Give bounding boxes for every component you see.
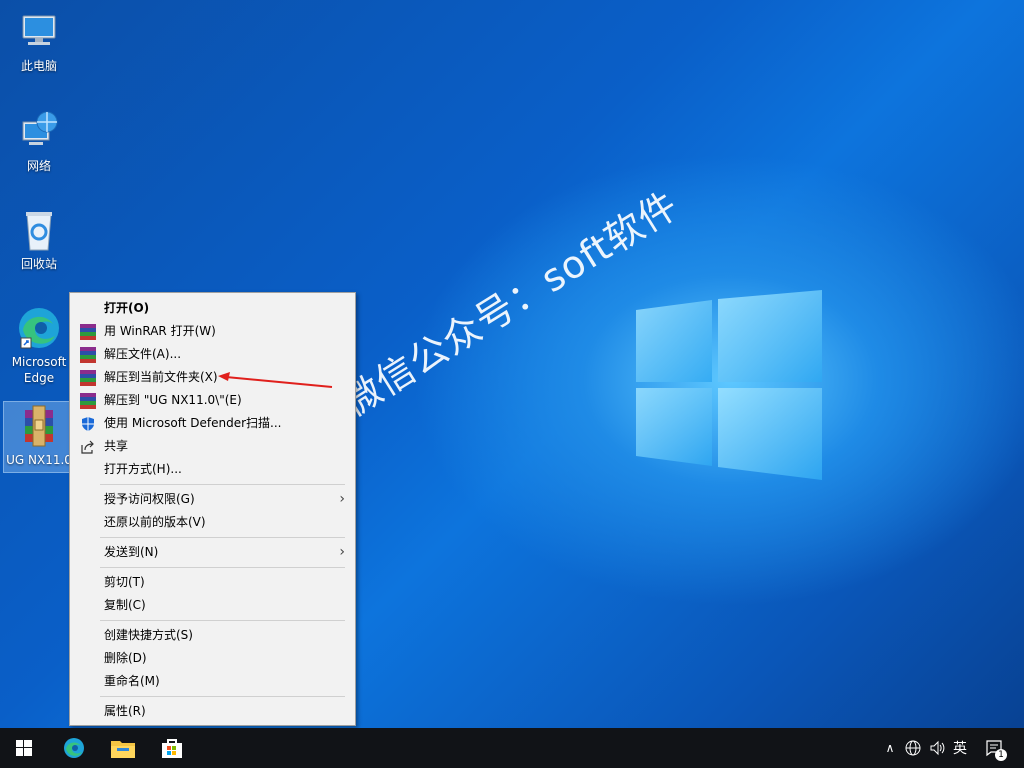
- taskbar-edge-button[interactable]: [50, 728, 98, 768]
- menu-item-properties[interactable]: 属性(R): [70, 700, 355, 723]
- tray-action-center[interactable]: 1: [980, 728, 1010, 768]
- speaker-volume-icon: [930, 740, 945, 756]
- menu-item-label: 解压到当前文件夹(X): [104, 370, 218, 384]
- desktop-icon-network[interactable]: 网络: [4, 108, 74, 174]
- menu-item-open-with-winrar[interactable]: 用 WinRAR 打开(W): [70, 320, 355, 343]
- menu-item-cut[interactable]: 剪切(T): [70, 571, 355, 594]
- menu-item-label: 删除(D): [104, 651, 147, 665]
- menu-item-label: 创建快捷方式(S): [104, 628, 193, 642]
- menu-separator: [100, 696, 345, 697]
- windows-start-icon: [16, 740, 32, 756]
- desktop-icon-label: Microsoft Edge: [11, 355, 67, 385]
- store-icon: [162, 739, 182, 758]
- menu-item-create-shortcut[interactable]: 创建快捷方式(S): [70, 624, 355, 647]
- desktop-icon-label: UG NX11.0: [6, 453, 72, 467]
- network-icon: [15, 108, 63, 156]
- desktop-icon-this-pc[interactable]: 此电脑: [4, 8, 74, 74]
- winrar-icon: [80, 324, 96, 340]
- menu-item-label: 发送到(N): [104, 545, 159, 559]
- menu-item-label: 打开方式(H)...: [104, 462, 182, 476]
- tray-volume[interactable]: [926, 728, 948, 768]
- file-explorer-icon: [111, 741, 135, 758]
- edge-icon: [64, 738, 84, 758]
- menu-item-label: 授予访问权限(G): [104, 492, 195, 506]
- desktop-icon-edge[interactable]: Microsoft Edge: [4, 304, 74, 386]
- chevron-up-icon: ∧: [885, 741, 895, 755]
- this-pc-icon: [15, 8, 63, 56]
- menu-item-label: 剪切(T): [104, 575, 145, 589]
- tray-ime-indicator[interactable]: 英: [948, 728, 972, 768]
- menu-item-label: 属性(R): [104, 704, 146, 718]
- globe-network-icon: [905, 740, 921, 756]
- winrar-icon: [80, 393, 96, 409]
- menu-separator: [100, 537, 345, 538]
- menu-item-label: 复制(C): [104, 598, 146, 612]
- taskbar-file-explorer-button[interactable]: [99, 728, 147, 768]
- menu-separator: [100, 620, 345, 621]
- context-menu: 打开(O) 用 WinRAR 打开(W) 解压文件(A)... 解压到当前文件夹…: [69, 292, 356, 726]
- defender-shield-icon: [80, 416, 96, 432]
- chevron-right-icon: ›: [339, 491, 345, 507]
- tray-show-hidden-icons[interactable]: ∧: [880, 728, 900, 768]
- menu-item-delete[interactable]: 删除(D): [70, 647, 355, 670]
- menu-item-label: 共享: [104, 439, 129, 453]
- desktop-icon-label: 此电脑: [20, 59, 57, 73]
- menu-item-rename[interactable]: 重命名(M): [70, 670, 355, 693]
- menu-item-extract-files[interactable]: 解压文件(A)...: [70, 343, 355, 366]
- winrar-archive-icon: [15, 402, 63, 450]
- share-icon: [80, 439, 96, 455]
- menu-item-label: 打开(O): [104, 301, 150, 315]
- menu-item-label: 解压到 "UG NX11.0\"(E): [104, 393, 242, 407]
- menu-item-restore-previous-versions[interactable]: 还原以前的版本(V): [70, 511, 355, 534]
- edge-icon: [15, 304, 63, 352]
- winrar-icon: [80, 347, 96, 363]
- menu-item-label: 用 WinRAR 打开(W): [104, 324, 216, 338]
- winrar-icon: [80, 370, 96, 386]
- menu-item-label: 还原以前的版本(V): [104, 515, 206, 529]
- menu-separator: [100, 484, 345, 485]
- menu-separator: [100, 567, 345, 568]
- menu-item-open-with[interactable]: 打开方式(H)...: [70, 458, 355, 481]
- taskbar-store-button[interactable]: [148, 728, 196, 768]
- notification-badge: 1: [995, 749, 1007, 761]
- menu-item-share[interactable]: 共享: [70, 435, 355, 458]
- menu-item-label: 重命名(M): [104, 674, 160, 688]
- windows-logo-wallpaper: [636, 290, 822, 480]
- start-button[interactable]: [0, 728, 48, 768]
- desktop-icon-recycle-bin[interactable]: 回收站: [4, 206, 74, 272]
- menu-item-open[interactable]: 打开(O): [70, 297, 355, 320]
- menu-item-defender-scan[interactable]: 使用 Microsoft Defender扫描...: [70, 412, 355, 435]
- menu-item-give-access[interactable]: 授予访问权限(G) ›: [70, 488, 355, 511]
- recycle-bin-icon: [15, 206, 63, 254]
- taskbar: ∧ 英 1: [0, 728, 1024, 768]
- desktop-icon-label: 回收站: [20, 257, 57, 271]
- menu-item-label: 解压文件(A)...: [104, 347, 182, 361]
- menu-item-send-to[interactable]: 发送到(N) ›: [70, 541, 355, 564]
- ime-label: 英: [953, 741, 967, 757]
- menu-item-extract-to-folder[interactable]: 解压到 "UG NX11.0\"(E): [70, 389, 355, 412]
- desktop-icon-label: 网络: [26, 159, 51, 173]
- menu-item-label: 使用 Microsoft Defender扫描...: [104, 416, 282, 430]
- annotation-arrow-icon: [218, 372, 333, 388]
- tray-network[interactable]: [902, 728, 924, 768]
- watermark-text: 微信公众号：soft软件: [334, 182, 687, 425]
- chevron-right-icon: ›: [339, 544, 345, 560]
- menu-item-copy[interactable]: 复制(C): [70, 594, 355, 617]
- desktop-icon-ug-nx11-archive[interactable]: UG NX11.0: [3, 401, 75, 473]
